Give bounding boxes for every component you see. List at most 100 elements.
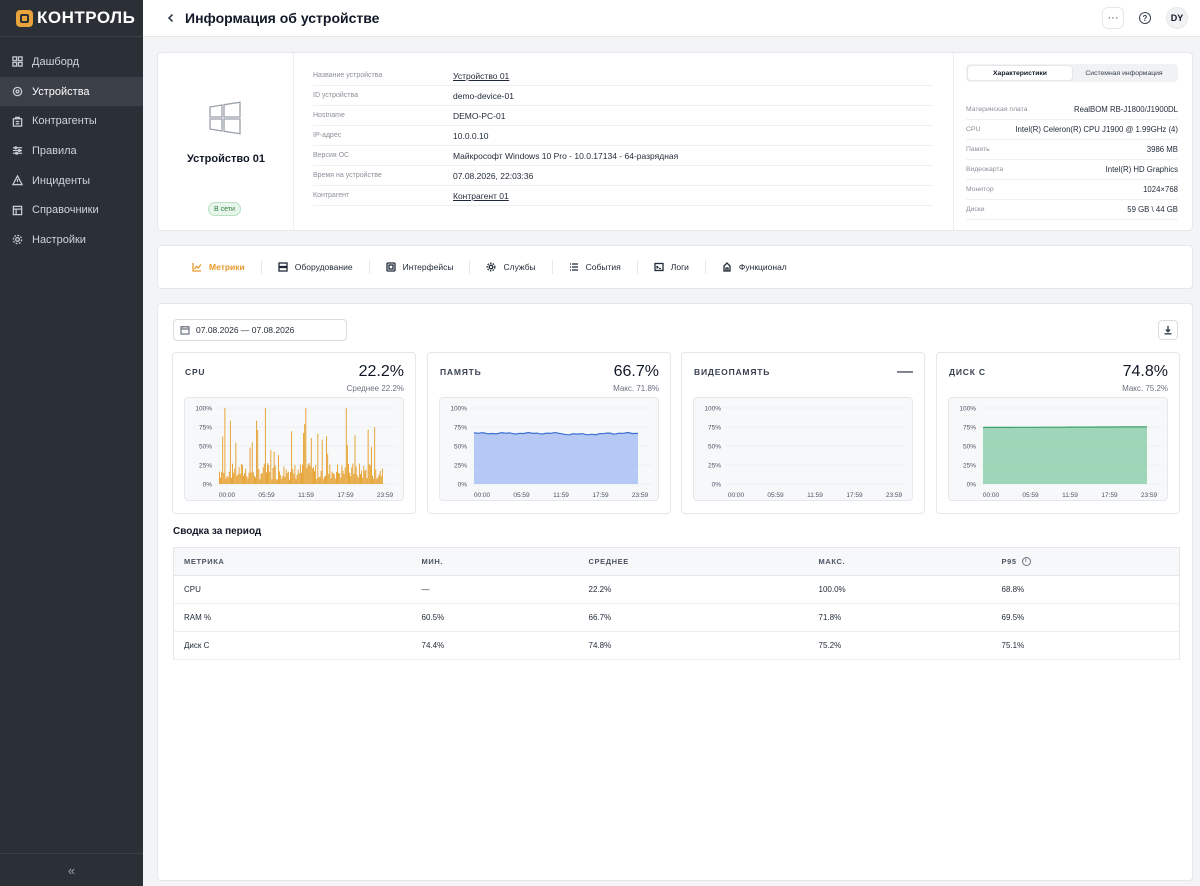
dashboard-icon: [11, 56, 23, 68]
sidebar-item-counterparties[interactable]: Контрагенты: [0, 106, 143, 136]
cpu-bar: [294, 464, 296, 484]
metric-value: 74.8%: [1122, 363, 1168, 380]
sidebar-item-incidents[interactable]: Инциденты: [0, 166, 143, 196]
cpu-bar: [338, 472, 340, 484]
cpu-bar: [304, 424, 306, 484]
tab-label: Логи: [670, 262, 689, 272]
user-avatar[interactable]: DY: [1166, 7, 1188, 29]
sidebar-item-rules[interactable]: Правила: [0, 136, 143, 166]
cpu-bar: [377, 477, 379, 484]
cpu-bar: [284, 477, 286, 484]
x-tick-label: 17:59: [337, 492, 354, 499]
tab-events[interactable]: События: [559, 257, 631, 277]
cpu-bar: [360, 474, 361, 484]
cpu-bar: [357, 477, 359, 484]
hardware-section: Характеристики Системная информация Мате…: [953, 53, 1193, 230]
tab-system-info[interactable]: Системная информация: [1072, 66, 1176, 80]
cpu-bar: [349, 472, 350, 484]
cpu-bar: [291, 431, 293, 484]
logo-icon: [16, 9, 33, 27]
date-range-picker[interactable]: 07.08.2026 — 07.08.2026: [173, 319, 347, 341]
events-icon: [569, 262, 579, 272]
rules-icon: [11, 145, 23, 157]
download-button[interactable]: [1158, 320, 1178, 340]
cpu-bar: [219, 471, 220, 484]
tab-logs[interactable]: Логи: [644, 257, 699, 277]
sidebar-item-devices[interactable]: Устройства: [0, 76, 143, 107]
cpu-bar: [233, 472, 235, 484]
table-cell: 66.7%: [578, 603, 809, 632]
property-label: Название устройства: [313, 72, 383, 79]
property-value: 07.08.2026, 22:03:36: [453, 170, 534, 181]
metric-card-cpu: CPU 22.2% Среднее 22.2% 100% 75% 50% 25% 0% 0…: [172, 352, 416, 514]
cpu-bar: [325, 475, 326, 484]
hardware-label: Видеокарта: [966, 166, 1004, 173]
metric-title: ДИСК C: [949, 367, 986, 377]
cpu-bar: [253, 475, 255, 484]
info-icon[interactable]: i: [1021, 557, 1031, 567]
sidebar-item-settings[interactable]: Настройки: [0, 225, 143, 255]
sidebar-item-dashboard[interactable]: Дашборд: [0, 47, 143, 77]
hardware-row: Диски 59 GB \ 44 GB: [966, 200, 1178, 220]
top-bar: Информация об устройстве ··· ? DY: [143, 0, 1200, 37]
cpu-bar: [333, 474, 335, 484]
hardware-label: Диски: [966, 206, 985, 213]
property-label: IP-адрес: [313, 132, 342, 139]
property-row: IP-адрес 10.0.0.10: [313, 126, 933, 146]
back-button[interactable]: [161, 8, 181, 28]
table-cell: 74.8%: [578, 631, 809, 660]
collapse-sidebar-button[interactable]: «: [0, 853, 143, 886]
sidebar-item-label: Устройства: [32, 85, 90, 98]
x-tick-label: 05:59: [513, 492, 530, 499]
sidebar-item-directories[interactable]: Справочники: [0, 195, 143, 225]
cpu-bar: [339, 473, 341, 484]
cpu-bar: [286, 472, 288, 484]
y-tick-label: 0%: [967, 482, 977, 489]
series-line: [982, 426, 1148, 429]
property-value: demo-device-01: [453, 90, 514, 101]
tab-label: Службы: [503, 262, 536, 272]
tab-hardware[interactable]: Оборудование: [268, 257, 363, 277]
device-properties: Название устройства Устройство 01 ID уст…: [313, 66, 933, 206]
cpu-bar: [239, 473, 241, 484]
metric-value: 66.7%: [613, 363, 659, 380]
table-cell: 69.5%: [991, 603, 1180, 632]
device-name-link[interactable]: Устройство 01: [453, 71, 509, 81]
sidebar-item-label: Контрагенты: [32, 115, 97, 128]
hardware-label: CPU: [966, 126, 981, 133]
more-icon: ···: [1107, 12, 1119, 24]
cpu-bar: [313, 467, 314, 484]
cpu-bar: [271, 479, 273, 484]
cpu-bar: [322, 479, 324, 484]
sidebar-nav: Дашборд Устройства Контрагенты Правила И…: [0, 37, 143, 255]
page-title: Информация об устройстве: [185, 10, 380, 26]
cpu-bar: [373, 478, 375, 484]
cpu-bar: [316, 478, 318, 484]
x-tick-label: 00:00: [728, 492, 745, 499]
tab-specs[interactable]: Характеристики: [968, 66, 1072, 80]
tab-functionality[interactable]: Функционал: [712, 257, 797, 277]
table-cell: 68.8%: [991, 575, 1180, 604]
counterparty-link[interactable]: Контрагент 01: [453, 191, 509, 201]
tab-services[interactable]: Службы: [476, 257, 545, 277]
metric-card-videomemory: ВИДЕОПАМЯТЬ — 100% 75% 50% 25% 0% 00:00 05:59 1…: [681, 352, 925, 514]
cpu-bar: [228, 471, 230, 484]
cpu-bar: [298, 473, 300, 484]
videomemory-chart-svg: 100% 75% 50% 25% 0% 00:00 05:59 11:59 17:59 23:59: [704, 406, 906, 499]
metric-subtitle: Среднее 22.2%: [346, 384, 404, 393]
tab-interfaces[interactable]: Интерфейсы: [376, 257, 464, 277]
cpu-bar: [306, 467, 308, 484]
tab-label: Метрики: [209, 262, 245, 272]
device-summary: Устройство 01 В сети: [158, 53, 294, 230]
cpu-bar: [356, 475, 358, 484]
devices-icon: [11, 86, 23, 98]
help-button[interactable]: ?: [1134, 7, 1156, 29]
cpu-bar: [348, 463, 349, 484]
property-value: Майкрософт Windows 10 Pro - 10.0.17134 -…: [453, 150, 679, 161]
tab-metrics[interactable]: Метрики: [182, 257, 255, 277]
cpu-bar: [223, 472, 225, 484]
hardware-value: Intel(R) Celeron(R) CPU J1900 @ 1.99GHz …: [1015, 125, 1178, 134]
column-header-label: P95: [1001, 556, 1017, 566]
app-logo[interactable]: КОНТРОЛЬ: [0, 0, 143, 37]
more-button[interactable]: ···: [1102, 7, 1124, 29]
